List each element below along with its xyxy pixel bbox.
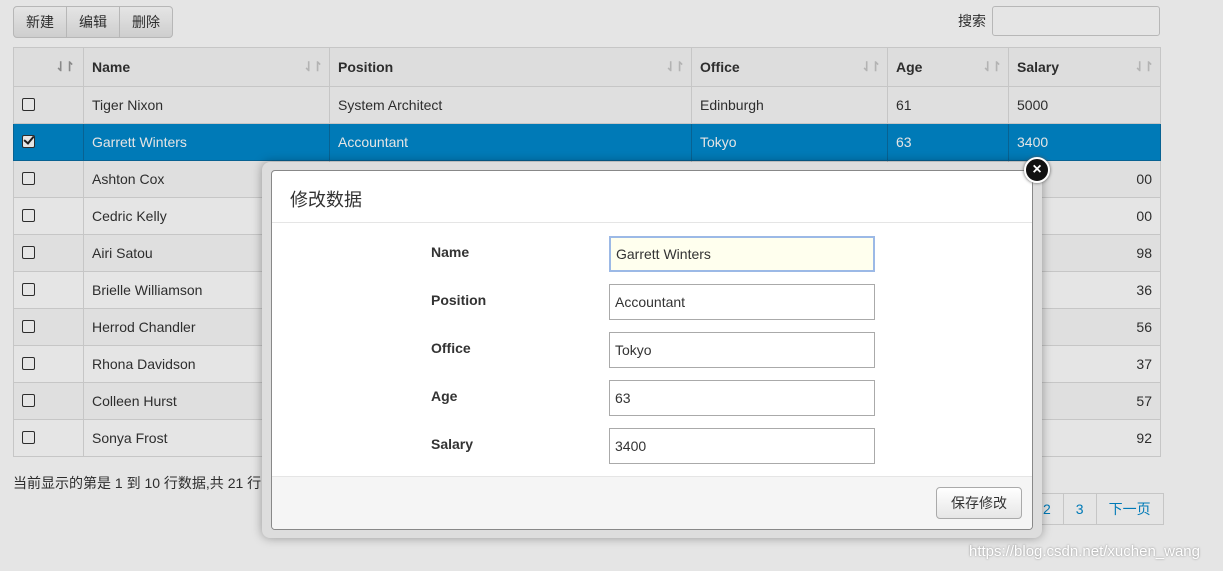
form-row-name: Name: [272, 236, 1032, 272]
form-row-salary: Salary: [272, 428, 1032, 464]
age-field[interactable]: [609, 380, 875, 416]
dialog-footer: 保存修改: [272, 476, 1032, 529]
name-field[interactable]: [609, 236, 875, 272]
position-label: Position: [431, 292, 487, 308]
edit-dialog: 修改数据 Name Position Office Age Salary 保存修…: [271, 170, 1033, 530]
office-field[interactable]: [609, 332, 875, 368]
form-row-age: Age: [272, 380, 1032, 416]
position-field[interactable]: [609, 284, 875, 320]
office-label: Office: [431, 340, 471, 356]
form-row-office: Office: [272, 332, 1032, 368]
age-label: Age: [431, 388, 458, 404]
salary-label: Salary: [431, 436, 474, 452]
salary-field[interactable]: [609, 428, 875, 464]
dialog-title: 修改数据: [272, 171, 1032, 223]
save-changes-button[interactable]: 保存修改: [936, 487, 1022, 519]
watermark: https://blog.csdn.net/xuchen_wang: [969, 543, 1200, 560]
close-icon[interactable]: ×: [1024, 157, 1050, 183]
name-label: Name: [431, 244, 470, 260]
edit-dialog-frame: 修改数据 Name Position Office Age Salary 保存修…: [262, 162, 1042, 538]
form-row-position: Position: [272, 284, 1032, 320]
